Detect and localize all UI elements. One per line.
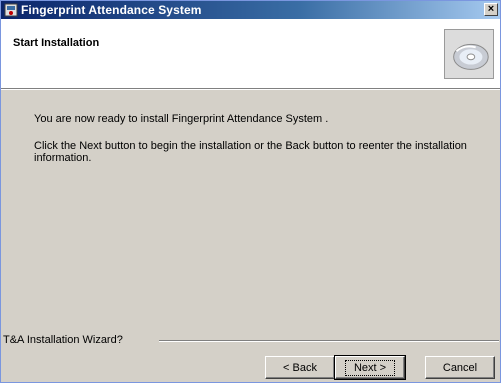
- close-button[interactable]: ×: [484, 3, 498, 16]
- installer-window: Fingerprint Attendance System × Start In…: [0, 0, 501, 383]
- wizard-label: T&A Installation Wizard?: [3, 334, 123, 346]
- ready-message: You are now ready to install Fingerprint…: [34, 113, 329, 125]
- window-title: Fingerprint Attendance System: [21, 3, 202, 17]
- cancel-button-label: Cancel: [442, 361, 478, 374]
- back-button[interactable]: < Back: [265, 356, 335, 379]
- wizard-header: Start Installation: [1, 19, 500, 89]
- close-icon: ×: [487, 3, 495, 15]
- page-title: Start Installation: [13, 37, 100, 49]
- title-bar[interactable]: Fingerprint Attendance System ×: [1, 1, 500, 19]
- cd-icon: [444, 29, 494, 79]
- header-divider: [1, 89, 500, 90]
- next-button[interactable]: Next >: [334, 355, 406, 380]
- footer-separator: [159, 340, 499, 342]
- instruction-message: Click the Next button to begin the insta…: [34, 140, 467, 164]
- app-icon: [4, 3, 18, 17]
- back-button-label: < Back: [283, 361, 317, 374]
- next-button-label: Next >: [344, 359, 396, 376]
- cancel-button[interactable]: Cancel: [425, 356, 495, 379]
